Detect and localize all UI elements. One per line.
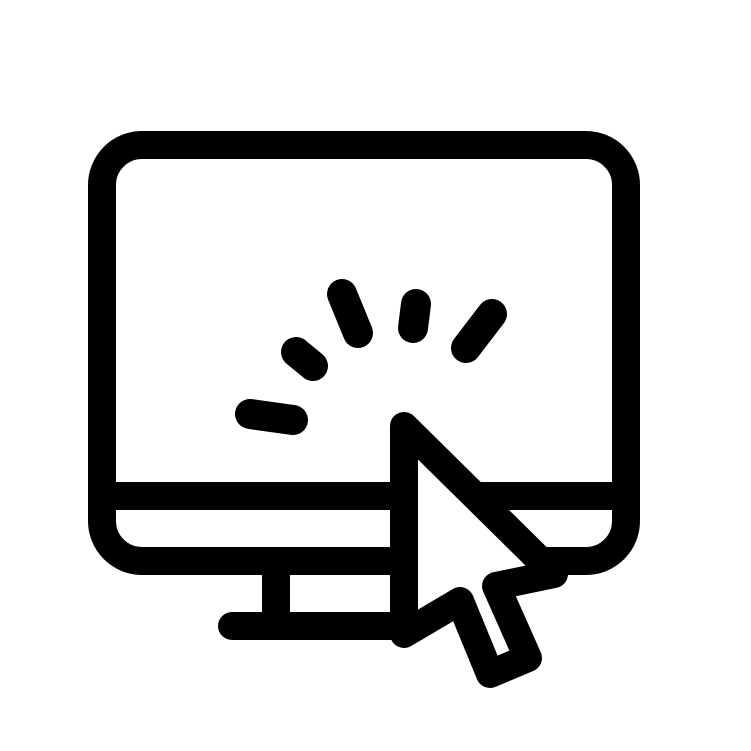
icon-canvas	[0, 0, 751, 751]
monitor-icon	[88, 131, 640, 575]
burst-line-5	[451, 299, 507, 363]
burst-line-4	[398, 289, 431, 343]
monitor-click-icon	[88, 131, 640, 688]
burst-line-2	[281, 337, 328, 381]
click-burst-icon	[235, 279, 507, 435]
cursor-arrow-icon	[390, 412, 568, 688]
burst-line-1	[235, 399, 308, 435]
burst-line-3	[327, 279, 373, 348]
